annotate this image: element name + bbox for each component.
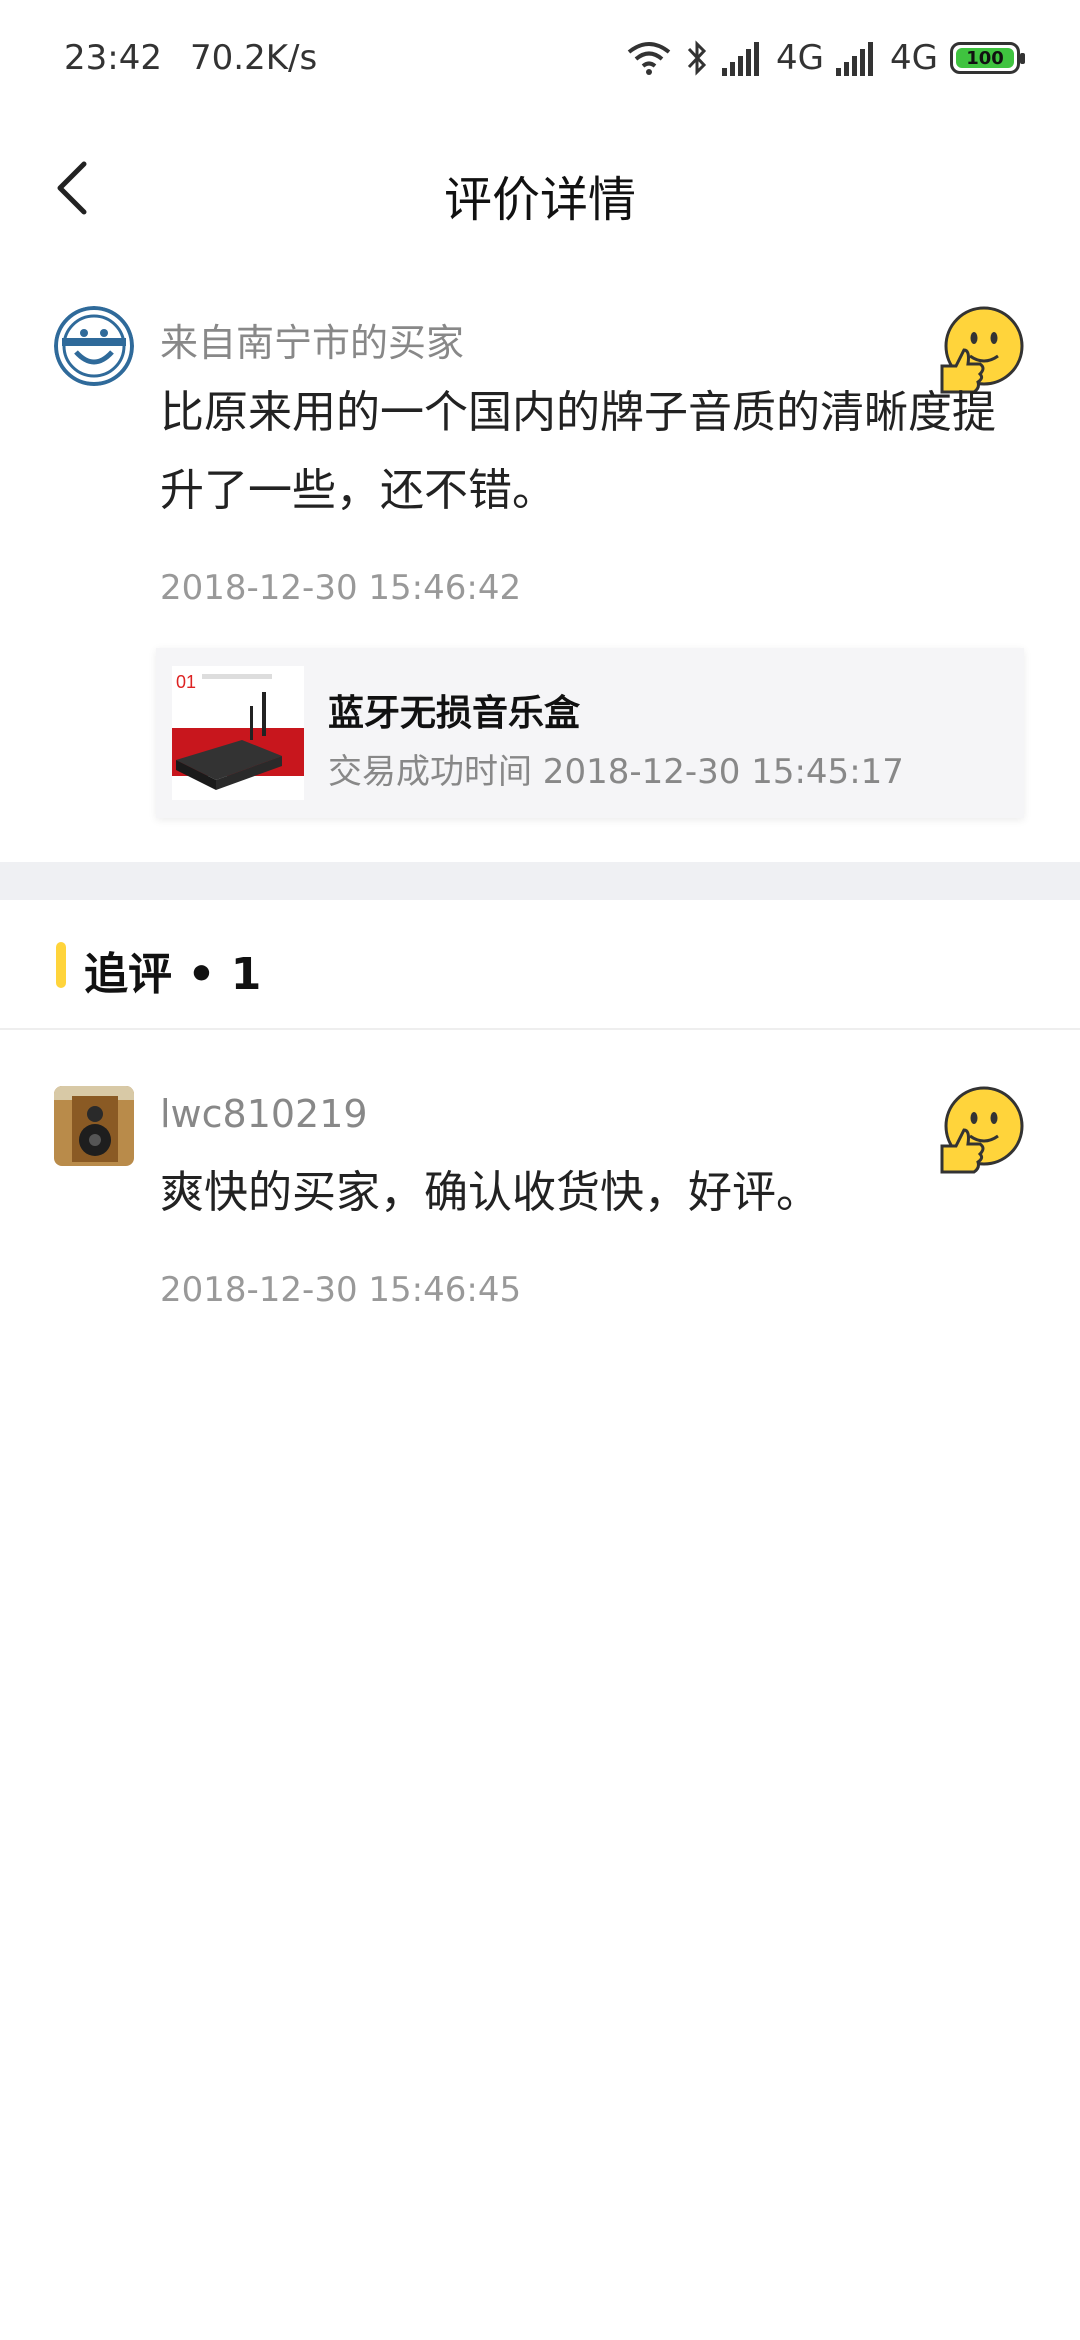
- status-bar: 23:42 70.2K/s 4G 4G 100: [0, 0, 1080, 120]
- followup-timestamp: 2018-12-30 15:46:45: [160, 1270, 522, 1310]
- review-timestamp: 2018-12-30 15:46:42: [160, 568, 522, 608]
- section-divider: [0, 862, 1080, 900]
- reviewer-name: 来自南宁市的买家: [160, 321, 465, 365]
- followup-title: 追评 • 1: [84, 949, 262, 1000]
- product-card[interactable]: 01 蓝牙无损音乐盒 交易成功时间 2018-12-30 15:45:17: [156, 648, 1024, 818]
- signal-hd-icon: [836, 42, 874, 76]
- navigation-header: 评价详情: [0, 120, 1080, 250]
- network-type-2: 4G: [890, 38, 938, 78]
- reviewer-name: lwc810219: [160, 1092, 368, 1136]
- status-indicators: 4G 4G 100: [626, 36, 1025, 80]
- product-thumbnail: 01: [172, 666, 304, 800]
- page-title: 评价详情: [443, 172, 636, 228]
- product-image-icon: 01: [172, 666, 304, 800]
- signal-icon: [722, 42, 760, 76]
- speaker-avatar-icon: [54, 1086, 134, 1166]
- status-speed: 70.2K/s: [190, 38, 318, 78]
- network-type-1: 4G: [776, 38, 825, 78]
- review-comment: 比原来用的一个国内的牌子音质的清晰度提升了一些，还不错。: [160, 387, 996, 516]
- status-time: 23:42: [64, 38, 162, 78]
- avatar[interactable]: [54, 306, 134, 386]
- followup-comment: 爽快的买家，确认收货快，好评。: [160, 1167, 820, 1218]
- battery-icon: 100: [950, 42, 1025, 74]
- product-name: 蓝牙无损音乐盒: [328, 693, 581, 734]
- followup-section-header: 追评 • 1: [0, 900, 1080, 1030]
- battery-level: 100: [956, 48, 1014, 69]
- user-avatar-icon: [54, 306, 134, 386]
- svg-text:01: 01: [176, 672, 196, 692]
- trade-time: 交易成功时间 2018-12-30 15:45:17: [328, 752, 904, 792]
- wifi-icon: [627, 42, 671, 75]
- avatar[interactable]: [54, 1086, 134, 1166]
- bluetooth-icon: [687, 40, 707, 76]
- accent-bar: [56, 942, 66, 988]
